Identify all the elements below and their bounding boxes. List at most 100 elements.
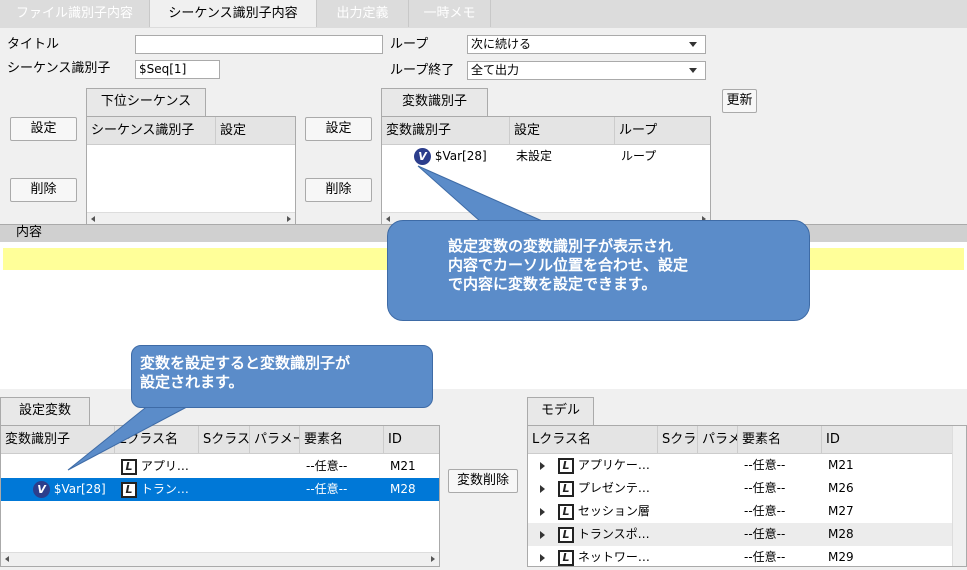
cell-lclass: L トラン… <box>117 478 199 501</box>
var-id-set-button[interactable]: 設定 <box>305 117 372 141</box>
cell-element: --任意-- <box>744 550 786 564</box>
cell-id: M28 <box>828 527 854 541</box>
layer-l-icon: L <box>121 481 137 498</box>
grid-header: Lクラス名 Sクラス パラメ 要素名 ID <box>528 426 954 454</box>
variable-icon: V <box>33 481 50 498</box>
lclass-name: セッション層 <box>577 504 650 518</box>
tab-file-id[interactable]: ファイル識別子内容 <box>0 0 150 27</box>
var-delete-button[interactable]: 変数削除 <box>448 469 518 493</box>
loop-end-value: 全て出力 <box>471 63 520 77</box>
cell-lclass: L プレゼンテ… <box>554 477 658 500</box>
expand-arrow-icon[interactable] <box>540 507 545 516</box>
content-label: 内容 <box>16 225 43 240</box>
sub-seq-set-button[interactable]: 設定 <box>10 117 77 141</box>
expand-arrow-icon[interactable] <box>540 484 545 493</box>
col-sequence-id: シーケンス識別子 <box>87 117 216 145</box>
scroll-left-icon[interactable] <box>386 216 390 222</box>
sub-sequence-tab[interactable]: 下位シーケンス <box>86 88 206 116</box>
loop-end-select[interactable]: 全て出力 <box>467 61 706 80</box>
var-id-delete-button[interactable]: 削除 <box>305 178 372 202</box>
col-lclass: Lクラス名 <box>528 426 658 454</box>
layer-l-icon: L <box>558 526 574 543</box>
table-row[interactable]: L セッション層 --任意-- M27 <box>528 500 952 523</box>
grid-header: シーケンス識別子 設定 <box>87 117 295 145</box>
tab-sequence-id[interactable]: シーケンス識別子内容 <box>150 0 317 27</box>
callout-variable-info: 設定変数の変数識別子が表示され 内容でカーソル位置を合わせ、設定 で内容に変数を… <box>387 220 810 321</box>
layer-l-icon: L <box>558 480 574 497</box>
model-tab[interactable]: モデル <box>527 397 594 425</box>
table-row[interactable]: L ネットワー… --任意-- M29 <box>528 546 952 569</box>
sub-seq-delete-button[interactable]: 削除 <box>10 178 77 202</box>
tab-output-def[interactable]: 出力定義 <box>317 0 409 27</box>
cell-element: --任意-- <box>306 482 348 496</box>
cell-expand <box>536 500 556 523</box>
lclass-name: トラン… <box>140 482 189 496</box>
callout2-line1: 変数を設定すると変数識別子が <box>140 354 351 372</box>
loop-select[interactable]: 次に続ける <box>467 35 706 54</box>
cell-element: --任意-- <box>744 504 786 518</box>
col-param: パラメー <box>250 426 300 454</box>
title-label: タイトル <box>7 37 60 52</box>
callout-set-info: 変数を設定すると変数識別子が 設定されます。 <box>131 345 433 408</box>
col-setting: 設定 <box>216 117 295 145</box>
layer-l-icon: L <box>558 503 574 520</box>
lclass-name: プレゼンテ… <box>577 481 650 495</box>
scroll-right-icon[interactable] <box>287 216 291 222</box>
var-id-tab[interactable]: 変数識別子 <box>381 88 488 116</box>
cell-lclass: L ネットワー… <box>554 546 658 569</box>
cell-id: M21 <box>390 459 416 473</box>
loop-end-label: ループ終了 <box>390 63 455 78</box>
col-param: パラメ <box>698 426 738 454</box>
refresh-button[interactable]: 更新 <box>722 89 757 113</box>
grid-header: 変数識別子 設定 ループ <box>382 117 710 145</box>
col-id: ID <box>384 426 439 454</box>
col-id: ID <box>822 426 954 454</box>
table-row[interactable]: L アプリケー… --任意-- M21 <box>528 454 952 477</box>
cell-expand <box>536 454 556 477</box>
cell-element: --任意-- <box>744 527 786 541</box>
col-var-id: 変数識別子 <box>382 117 510 145</box>
col-setting: 設定 <box>510 117 615 145</box>
col-sclass: Sクラス <box>658 426 698 454</box>
chevron-down-icon <box>689 42 697 47</box>
cell-id: M27 <box>828 504 854 518</box>
callout2-line2: 設定されます。 <box>140 373 244 391</box>
lclass-name: ネットワー… <box>577 550 650 564</box>
v-scrollbar[interactable] <box>952 426 966 566</box>
table-row[interactable]: L トランスポ… --任意-- M28 <box>528 523 952 546</box>
title-input[interactable] <box>135 35 383 54</box>
loop-label: ループ <box>390 37 429 52</box>
cell-id: M28 <box>390 482 416 496</box>
scroll-left-icon[interactable] <box>5 556 9 562</box>
cell-lclass: L トランスポ… <box>554 523 658 546</box>
h-scrollbar[interactable] <box>1 552 439 566</box>
table-row[interactable]: L プレゼンテ… --任意-- M26 <box>528 477 952 500</box>
cell-lclass: L アプリケー… <box>554 454 658 477</box>
cell-expand <box>536 477 556 500</box>
layer-l-icon: L <box>558 457 574 474</box>
expand-arrow-icon[interactable] <box>540 553 545 562</box>
seqid-label: シーケンス識別子 <box>7 61 111 76</box>
lclass-name: アプリケー… <box>577 458 650 472</box>
cell-lclass: L セッション層 <box>554 500 658 523</box>
cell-expand <box>536 546 556 569</box>
chevron-down-icon <box>689 68 697 73</box>
sub-sequence-grid: シーケンス識別子 設定 <box>86 116 296 225</box>
expand-arrow-icon[interactable] <box>540 461 545 470</box>
col-element: 要素名 <box>738 426 822 454</box>
h-scrollbar[interactable] <box>87 212 295 224</box>
scroll-right-icon[interactable] <box>431 556 435 562</box>
table-row-selected[interactable]: V $Var[28] L トラン… --任意-- M28 <box>1 478 439 501</box>
cell-loop: ループ <box>621 149 657 163</box>
callout1-line2: 内容でカーソル位置を合わせ、設定 <box>448 256 689 274</box>
var-name: $Var[28] <box>53 482 106 496</box>
scroll-left-icon[interactable] <box>91 216 95 222</box>
loop-value: 次に続ける <box>471 37 532 51</box>
tab-temp-memo[interactable]: 一時メモ <box>409 0 491 27</box>
seqid-input[interactable]: $Seq[1] <box>135 60 220 79</box>
lclass-name: トランスポ… <box>577 527 650 541</box>
cell-var: V $Var[28] <box>29 478 115 501</box>
expand-arrow-icon[interactable] <box>540 530 545 539</box>
cell-expand <box>536 523 556 546</box>
cell-id: M21 <box>828 458 854 472</box>
